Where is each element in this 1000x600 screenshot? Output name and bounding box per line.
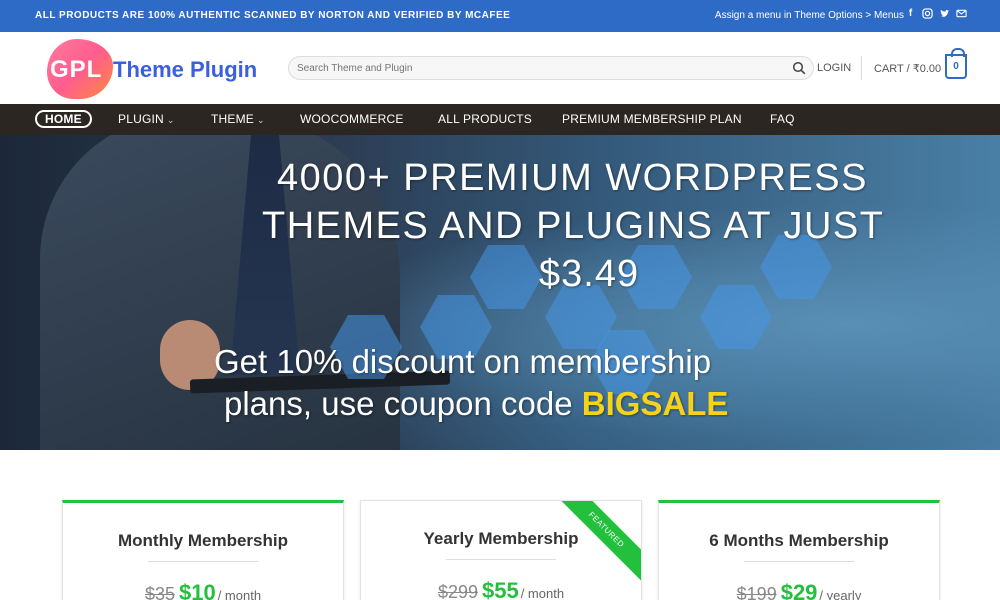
cart-link[interactable]: CART / ₹0.00 xyxy=(874,62,941,75)
search-icon[interactable] xyxy=(792,61,806,75)
email-icon[interactable] xyxy=(956,8,967,19)
hero-discount-line1: Get 10% discount on membership xyxy=(214,343,712,380)
assign-menu-link[interactable]: Assign a menu in Theme Options > Menus xyxy=(715,10,904,21)
cart-count: 0 xyxy=(953,61,959,72)
header-divider xyxy=(861,56,862,80)
hero-headline-line1: 4000+ PREMIUM WORDPRESS xyxy=(277,157,868,199)
hero-hexagon xyxy=(470,245,542,309)
coupon-code: BIGSALE xyxy=(581,385,729,422)
hero-headline-price: $3.49 xyxy=(539,253,640,295)
hero-hexagon xyxy=(700,285,772,349)
plan-price: $299 $55/ month xyxy=(361,578,641,600)
plan-new-price: $55 xyxy=(481,578,519,600)
logo-text: Theme Plugin xyxy=(113,57,258,82)
nav-woocommerce[interactable]: WOOCOMMERCE xyxy=(300,112,404,126)
plan-title: 6 Months Membership xyxy=(709,531,889,550)
nav-theme[interactable]: THEME ⌄ xyxy=(211,112,265,126)
announcement-text: ALL PRODUCTS ARE 100% AUTHENTIC SCANNED … xyxy=(35,10,511,21)
hero-discount-prefix: plans, use coupon code xyxy=(224,385,582,422)
plan-title: Monthly Membership xyxy=(117,531,288,550)
facebook-icon[interactable]: f xyxy=(905,8,916,19)
plan-title: Yearly Membership xyxy=(423,529,579,548)
chevron-down-icon: ⌄ xyxy=(257,115,265,125)
plan-period: / month xyxy=(520,586,565,600)
login-link[interactable]: LOGIN xyxy=(817,62,851,74)
plan-card-six-months[interactable]: 6 Months Membership $199 $29/ yearly xyxy=(658,500,940,600)
hero-discount-line2: plans, use coupon code BIGSALE xyxy=(224,385,728,423)
top-bar: ALL PRODUCTS ARE 100% AUTHENTIC SCANNED … xyxy=(0,0,1000,32)
plan-new-price: $29 xyxy=(780,580,818,600)
hero-banner[interactable]: 4000+ PREMIUM WORDPRESS THEMES AND PLUGI… xyxy=(0,135,1000,450)
search-bar xyxy=(288,56,814,80)
nav-plugin-label: PLUGIN xyxy=(118,112,164,126)
plan-card-yearly[interactable]: FEATURED Yearly Membership $299 $55/ mont… xyxy=(360,500,642,600)
plan-new-price: $10 xyxy=(178,580,216,600)
plan-period: / month xyxy=(217,588,262,600)
hero-headline-line2: THEMES AND PLUGINS AT JUST xyxy=(262,205,885,247)
site-header: GPL Theme Plugin LOGIN CART / ₹0.00 0 xyxy=(0,32,1000,104)
plan-old-price: $299 xyxy=(437,582,478,600)
plan-card-monthly[interactable]: Monthly Membership $35 $10/ month xyxy=(62,500,344,600)
plan-divider xyxy=(148,561,258,562)
nav-all-products[interactable]: ALL PRODUCTS xyxy=(438,112,532,126)
nav-theme-label: THEME xyxy=(211,112,254,126)
nav-plugin[interactable]: PLUGIN ⌄ xyxy=(118,112,175,126)
twitter-icon[interactable] xyxy=(939,8,950,19)
plan-price: $199 $29/ yearly xyxy=(659,580,939,600)
plan-old-price: $199 xyxy=(736,584,777,600)
plan-price: $35 $10/ month xyxy=(63,580,343,600)
plan-period: / yearly xyxy=(819,588,862,600)
search-input[interactable] xyxy=(297,60,777,76)
nav-premium-membership[interactable]: PREMIUM MEMBERSHIP PLAN xyxy=(562,112,742,126)
social-links: f xyxy=(905,8,967,19)
chevron-down-icon: ⌄ xyxy=(166,115,175,125)
nav-home[interactable]: HOME xyxy=(35,110,92,128)
logo-badge-text: GPL xyxy=(50,56,103,83)
plan-divider xyxy=(446,559,556,560)
cart-icon[interactable]: 0 xyxy=(945,48,967,79)
instagram-icon[interactable] xyxy=(922,8,933,19)
main-nav: HOME PLUGIN ⌄ THEME ⌄ WOOCOMMERCE ALL PROD… xyxy=(0,104,1000,135)
plan-old-price: $35 xyxy=(144,584,175,600)
site-logo[interactable]: GPL Theme Plugin xyxy=(45,37,275,99)
plan-divider xyxy=(744,561,854,562)
nav-faq[interactable]: FAQ xyxy=(770,112,795,126)
